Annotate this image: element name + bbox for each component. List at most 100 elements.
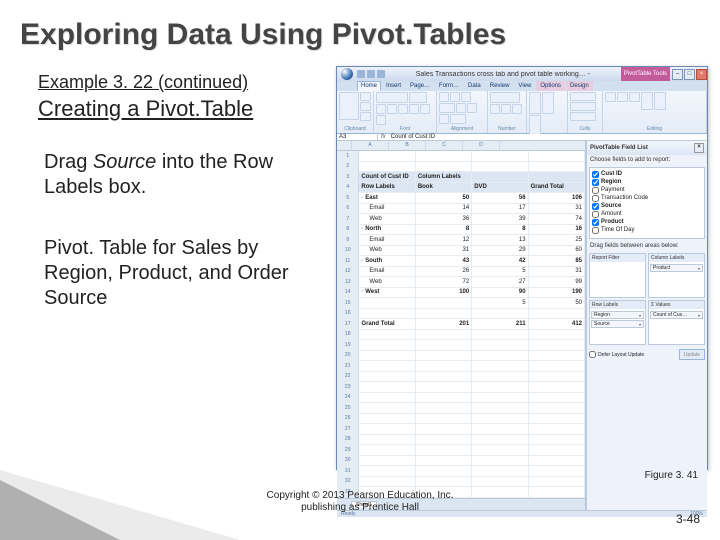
field-list-fields[interactable]: Cust IDRegionPaymentTransaction CodeSour…	[589, 167, 705, 239]
pivot-measure-label: Count of Cust ID	[359, 172, 415, 183]
tab-page-layout[interactable]: Page…	[406, 81, 434, 91]
tab-review[interactable]: Review	[486, 81, 514, 91]
formula-value[interactable]: Count of Cust ID	[389, 134, 707, 140]
field-region[interactable]: Region	[592, 178, 702, 186]
instruction-text-1: Drag Source into the Row Labels box.	[44, 150, 314, 200]
percent-button[interactable]	[501, 104, 511, 114]
area-column-labels[interactable]: Column Labels Product	[648, 253, 705, 298]
fx-icon[interactable]: fx	[378, 134, 389, 140]
border-button[interactable]	[409, 104, 419, 114]
field-time-of-day[interactable]: Time Of Day	[592, 226, 702, 234]
wrap-text-button[interactable]	[439, 103, 455, 113]
workarea: A B C D 1 2 3 Count of Cust ID Column La…	[337, 141, 707, 510]
align-button[interactable]	[439, 92, 449, 102]
chip-source[interactable]: Source	[591, 320, 644, 328]
sort-filter-button[interactable]	[641, 92, 653, 110]
pivot-col-labels: Column Labels	[415, 172, 471, 183]
format-painter-button[interactable]	[360, 112, 371, 121]
area-values-label: Σ Values	[649, 301, 704, 309]
contextual-tab-group: PivotTable Tools	[621, 67, 670, 81]
group-number-label: Number	[490, 126, 524, 132]
worksheet[interactable]: A B C D 1 2 3 Count of Cust ID Column La…	[337, 141, 586, 510]
chip-count-custid[interactable]: Count of Cus…	[650, 311, 703, 319]
field-cust-id[interactable]: Cust ID	[592, 170, 702, 178]
italic-button[interactable]	[387, 104, 397, 114]
ribbon-tabs: Home Insert Page… Form… Data Review View…	[337, 81, 707, 91]
field-source[interactable]: Source	[592, 202, 702, 210]
excel-window: Sales Transactions cross tab and pivot t…	[336, 66, 708, 470]
close-button[interactable]: ×	[696, 69, 707, 80]
merge-button[interactable]	[450, 114, 466, 124]
body1-prefix: Drag	[44, 151, 93, 173]
area-column-labels-label: Column Labels	[649, 254, 704, 262]
pivot-row-labels-hdr: Row Labels	[359, 182, 415, 193]
col-header-b[interactable]: B	[389, 141, 426, 150]
align-button[interactable]	[461, 92, 471, 102]
field-payment[interactable]: Payment	[592, 186, 702, 194]
chip-product[interactable]: Product	[650, 264, 703, 272]
clear-button[interactable]	[629, 92, 640, 102]
maximize-button[interactable]: □	[684, 69, 695, 80]
tab-options[interactable]: Options	[536, 81, 565, 91]
font-color-button[interactable]	[376, 115, 386, 125]
group-font-label: Font	[376, 126, 434, 132]
field-list-prompt: Choose fields to add to report:	[587, 155, 707, 165]
cond-format-button[interactable]	[529, 92, 541, 114]
underline-button[interactable]	[398, 104, 408, 114]
area-report-filter[interactable]: Report Filter	[589, 253, 646, 298]
delete-cells-button[interactable]	[570, 102, 596, 111]
defer-layout-checkbox[interactable]: Defer Layout Update	[589, 351, 644, 358]
comma-button[interactable]	[512, 104, 522, 114]
tab-design[interactable]: Design	[566, 81, 593, 91]
office-orb-icon[interactable]	[341, 68, 353, 80]
insert-cells-button[interactable]	[570, 92, 596, 101]
copyright-text: Copyright © 2013 Pearson Education, Inc.…	[0, 490, 720, 514]
field-amount[interactable]: Amount	[592, 210, 702, 218]
pivot-table[interactable]: 1 2 3 Count of Cust ID Column Labels 4 R…	[337, 151, 585, 498]
group-clipboard-label: Clipboard	[339, 126, 371, 132]
find-select-button[interactable]	[654, 92, 666, 110]
align-button[interactable]	[456, 103, 466, 113]
col-header-a[interactable]: A	[352, 141, 389, 150]
autosum-button[interactable]	[605, 92, 616, 102]
name-box[interactable]: A3	[337, 134, 378, 140]
formula-bar: A3 fx Count of Cust ID	[337, 134, 707, 141]
format-table-button[interactable]	[542, 92, 554, 114]
copy-button[interactable]	[360, 102, 371, 111]
col-header-c[interactable]: C	[426, 141, 463, 150]
area-row-labels[interactable]: Row Labels Region Source	[589, 300, 646, 345]
format-cells-button[interactable]	[570, 112, 596, 121]
slide-number: 3-48	[676, 512, 700, 526]
field-product[interactable]: Product	[592, 218, 702, 226]
col-header-d[interactable]: D	[463, 141, 500, 150]
tab-home[interactable]: Home	[357, 81, 381, 91]
tab-formulas[interactable]: Form…	[435, 81, 463, 91]
field-transaction-code[interactable]: Transaction Code	[592, 194, 702, 202]
page-title: Exploring Data Using Pivot.Tables	[20, 18, 506, 52]
tab-insert[interactable]: Insert	[382, 81, 405, 91]
number-format-select[interactable]	[490, 92, 520, 103]
fill-button[interactable]	[617, 92, 628, 102]
paste-button[interactable]	[339, 92, 359, 120]
pivot-col-book: Book	[415, 182, 471, 193]
font-name-select[interactable]	[376, 92, 408, 103]
align-button[interactable]	[467, 103, 477, 113]
fill-color-button[interactable]	[420, 104, 430, 114]
bold-button[interactable]	[376, 104, 386, 114]
group-editing-label: Editing	[605, 126, 704, 132]
quick-access-toolbar[interactable]	[357, 70, 385, 78]
align-button[interactable]	[439, 114, 449, 124]
currency-button[interactable]	[490, 104, 500, 114]
cut-button[interactable]	[360, 92, 371, 101]
chip-region[interactable]: Region	[591, 311, 644, 319]
tab-view[interactable]: View	[514, 81, 535, 91]
minimize-button[interactable]: –	[672, 69, 683, 80]
window-title: Sales Transactions cross tab and pivot t…	[385, 71, 621, 78]
align-button[interactable]	[450, 92, 460, 102]
pivot-field-list-pane: PivotTable Field List × Choose fields to…	[586, 141, 707, 510]
font-size-select[interactable]	[409, 92, 427, 103]
area-values[interactable]: Σ Values Count of Cus…	[648, 300, 705, 345]
update-button[interactable]: Update	[679, 349, 705, 360]
tab-data[interactable]: Data	[464, 81, 485, 91]
field-list-close-icon[interactable]: ×	[694, 143, 704, 153]
